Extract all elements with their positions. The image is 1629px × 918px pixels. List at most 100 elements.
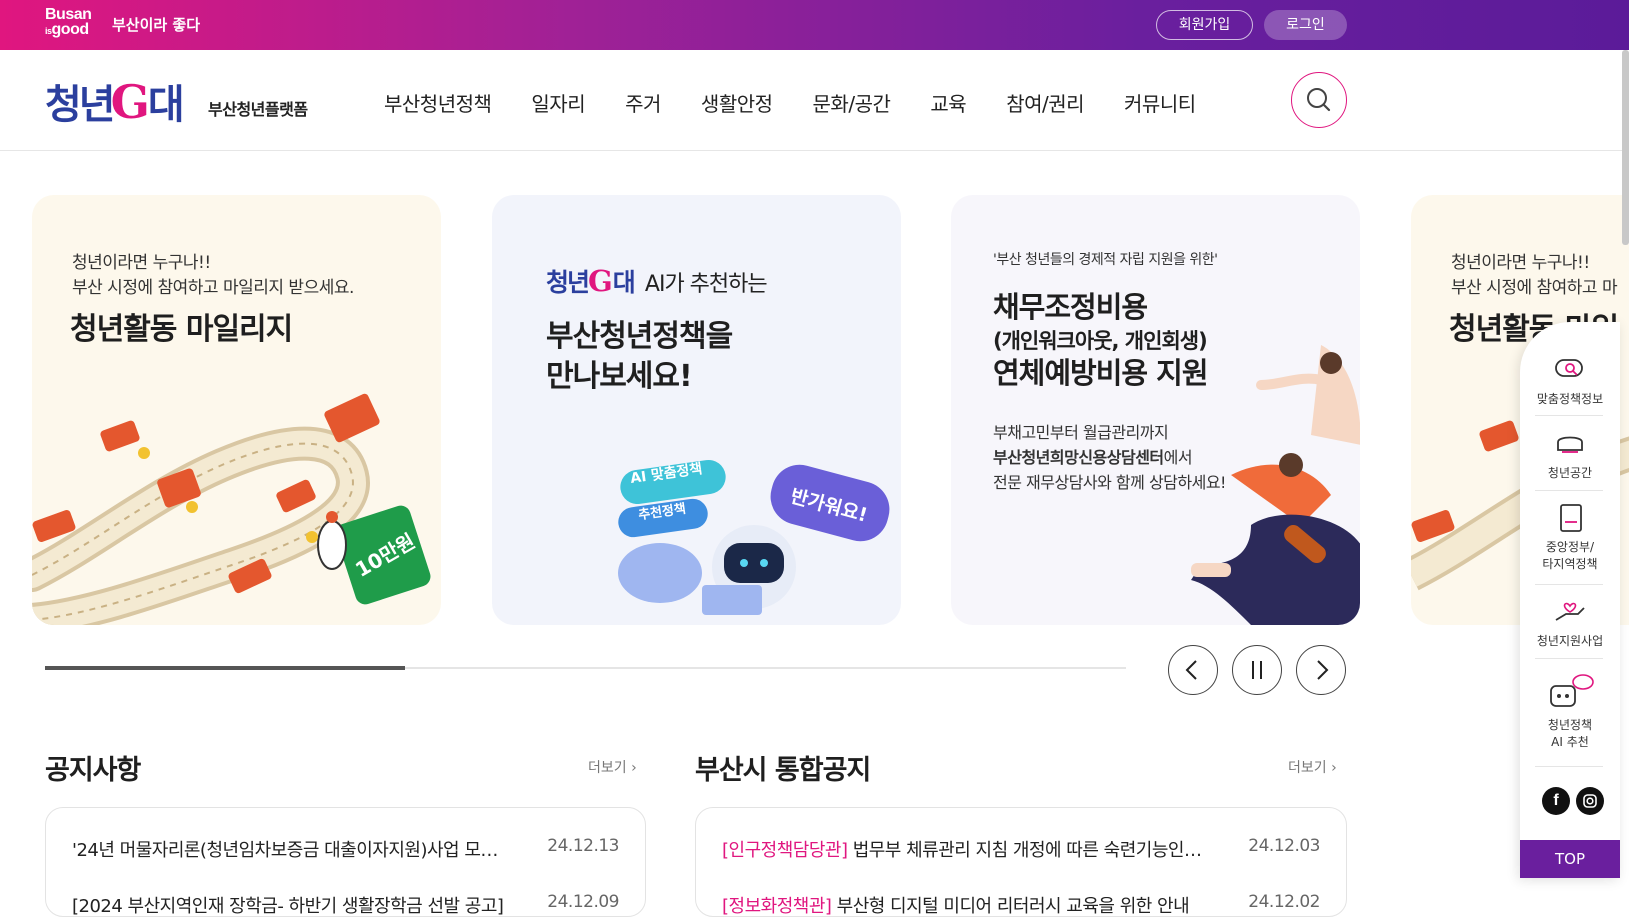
nav-education[interactable]: 교육 (930, 88, 966, 117)
facebook-icon[interactable]: f (1542, 787, 1570, 815)
nav-community[interactable]: 커뮤니티 (1124, 88, 1196, 117)
notice-more-link[interactable]: 더보기 › (588, 757, 637, 777)
slide4-small-line1: 청년이라면 누구나!! (1451, 253, 1590, 273)
slide2-logo-text: 청년 (546, 268, 590, 297)
nav-busan-youth-policy[interactable]: 부산청년정책 (384, 88, 492, 117)
badge-service (276, 479, 316, 513)
slide4-small-line2: 부산 시정에 참여하고 마 (1451, 278, 1618, 298)
slide-ai-policy[interactable]: 청년G대 AI가 추천하는 부산청년정책을 만나보세요! AI 맞춤정책 추천정… (492, 195, 901, 625)
notice-row-title[interactable]: [2024 부산지역인재 장학금- 하반기 생활장학금 선발 공고] (72, 892, 503, 918)
quick-divider (1535, 415, 1603, 416)
top-bar: Busan isgood 부산이라 좋다 회원가입 로그인 (0, 0, 1629, 50)
notice-row[interactable]: [2024 부산지역인재 장학금- 하반기 생활장학금 선발 공고] 24.12… (72, 892, 619, 918)
chevron-right-icon (1317, 660, 1329, 680)
integrated-row-date: 24.12.02 (1248, 892, 1320, 912)
main-nav: 부산청년정책 일자리 주거 생활안정 문화/공간 교육 참여/권리 커뮤니티 (384, 88, 1236, 117)
quick-divider (1535, 490, 1603, 491)
badge-volunteer (100, 420, 140, 452)
integrated-row-tag: [인구정책담당관] (722, 840, 848, 861)
page-scrollbar[interactable] (1622, 50, 1629, 245)
chicken-mascot (317, 520, 347, 570)
quick-divider (1535, 766, 1603, 767)
nav-living[interactable]: 생활안정 (701, 88, 773, 117)
instagram-icon[interactable] (1576, 787, 1604, 815)
robot-chat-icon (1550, 674, 1594, 707)
sofa-icon (1557, 436, 1583, 453)
busan-is-good-logo[interactable]: Busan isgood (45, 6, 92, 39)
logo-text-cheongnyeon: 청년 (45, 82, 116, 128)
integrated-row-text: 부산형 디지털 미디어 리터러시 교육을 위한 안내 (831, 896, 1190, 917)
nav-culture[interactable]: 문화/공간 (813, 88, 891, 117)
quick-youth-space-label: 청년공간 (1547, 466, 1593, 480)
policy-search-icon (1555, 359, 1583, 377)
notice-row[interactable]: '24년 머물자리론(청년임차보증금 대출이자지원)사업 모집 공고 24.12… (72, 836, 619, 862)
slide2-title-line2: 만나보세요! (546, 359, 693, 394)
slider-progress-fill (45, 666, 405, 670)
slider-prev-button[interactable] (1168, 645, 1218, 695)
chevron-left-icon (1185, 660, 1197, 680)
busan-slogan: 부산이라 좋다 (112, 16, 201, 34)
quick-custom-policy-label: 맞춤정책정보 (1536, 392, 1604, 406)
integrated-notice-title: 부산시 통합공지 (695, 755, 871, 786)
slide3-center-name: 부산청년희망신용상담센터 (993, 448, 1164, 467)
quick-youth-support[interactable]: 청년지원사업 (1520, 596, 1620, 650)
slider-pause-button[interactable] (1232, 645, 1282, 695)
quick-youth-support-label: 청년지원사업 (1536, 634, 1604, 648)
logo-g: G (110, 75, 150, 129)
quick-ai-recommend[interactable]: 청년정책 AI 추천 (1520, 672, 1620, 751)
busan-logo-line1: Busan (45, 6, 92, 23)
nav-housing[interactable]: 주거 (625, 88, 661, 117)
notice-row-date: 24.12.09 (547, 892, 619, 912)
slide2-subtitle: AI가 추천하는 (644, 272, 768, 297)
integrated-row-title[interactable]: [정보화정책관] 부산형 디지털 미디어 리터러시 교육을 위한 안내 (722, 892, 1189, 918)
slide3-quote: '부산 청년들의 경제적 자립 지원을 위한' (993, 252, 1218, 268)
site-logo[interactable]: 청년G대 (45, 72, 185, 129)
quick-youth-space[interactable]: 청년공간 (1520, 430, 1620, 482)
nav-jobs[interactable]: 일자리 (531, 88, 585, 117)
quick-custom-policy[interactable]: 맞춤정책정보 (1520, 356, 1620, 408)
search-icon (1307, 88, 1331, 112)
slide1-small-line1: 청년이라면 누구나!! (72, 253, 211, 273)
slide3-body-line2: 부산청년희망신용상담센터에서 (993, 445, 1193, 470)
chevron-right-icon: › (631, 760, 637, 776)
integrated-row-tag: [정보화정책관] (722, 896, 832, 917)
integrated-row[interactable]: [정보화정책관] 부산형 디지털 미디어 리터러시 교육을 위한 안내 24.1… (722, 892, 1320, 918)
busan-logo-line2: isgood (45, 22, 91, 39)
slide1-small-line2: 부산 시정에 참여하고 마일리지 받으세요. (72, 278, 354, 298)
notice-row-title[interactable]: '24년 머물자리론(청년임차보증금 대출이자지원)사업 모집 공고 (72, 836, 512, 862)
slide3-body-line2-rest: 에서 (1163, 448, 1193, 467)
notice-row-date: 24.12.13 (547, 836, 619, 856)
integrated-row-date: 24.12.03 (1248, 836, 1320, 856)
slide3-title-line2: (개인워크아웃, 개인회생) (993, 329, 1208, 353)
instagram-glyph (1583, 794, 1597, 808)
slide1-title: 청년활동 마일리지 (70, 312, 293, 347)
search-button[interactable] (1291, 72, 1347, 128)
slide-debt-support[interactable]: '부산 청년들의 경제적 자립 지원을 위한' 채무조정비용 (개인워크아웃, … (951, 195, 1360, 625)
quick-ai-recommend-label1: 청년정책 (1547, 718, 1593, 732)
integrated-more-link[interactable]: 더보기 › (1288, 757, 1337, 777)
integrated-more-label: 더보기 (1288, 760, 1327, 776)
logo-text-dae: 대 (147, 82, 185, 128)
quick-central-policy[interactable]: 중앙정부/ 타지역정책 (1520, 502, 1620, 573)
integrated-row-text: 법무부 체류관리 지침 개정에 따른 숙련기능인력 안내 (847, 840, 1202, 861)
pause-icon (1252, 661, 1262, 679)
notice-more-label: 더보기 (588, 760, 627, 776)
slide2-logo: 청년G대 AI가 추천하는 (546, 263, 768, 299)
slide2-logo-g: G (588, 264, 613, 298)
join-button[interactable]: 회원가입 (1156, 10, 1253, 40)
slider-next-button[interactable] (1296, 645, 1346, 695)
busan-logo-good: good (51, 21, 90, 38)
integrated-row-title[interactable]: [인구정책담당관] 법무부 체류관리 지침 개정에 따른 숙련기능인력 안내 (722, 836, 1202, 862)
slide3-title-line1: 채무조정비용 (993, 290, 1148, 324)
integrated-row[interactable]: [인구정책담당관] 법무부 체류관리 지침 개정에 따른 숙련기능인력 안내 2… (722, 836, 1320, 862)
site-header: 청년G대 부산청년플랫폼 부산청년정책 일자리 주거 생활안정 문화/공간 교육… (0, 50, 1629, 151)
quick-divider (1535, 658, 1603, 659)
quick-ai-recommend-label2: AI 추천 (1551, 735, 1589, 749)
quick-central-policy-label2: 타지역정책 (1542, 557, 1598, 571)
quick-divider (1535, 584, 1603, 585)
slide3-body-line1: 부채고민부터 월급관리까지 (993, 423, 1169, 442)
back-to-top-button[interactable]: TOP (1520, 840, 1620, 878)
nav-participation[interactable]: 참여/권리 (1006, 88, 1084, 117)
slide-youth-mileage[interactable]: 청년이라면 누구나!! 부산 시정에 참여하고 마일리지 받으세요. 청년활동 … (32, 195, 441, 625)
login-button[interactable]: 로그인 (1264, 10, 1347, 40)
